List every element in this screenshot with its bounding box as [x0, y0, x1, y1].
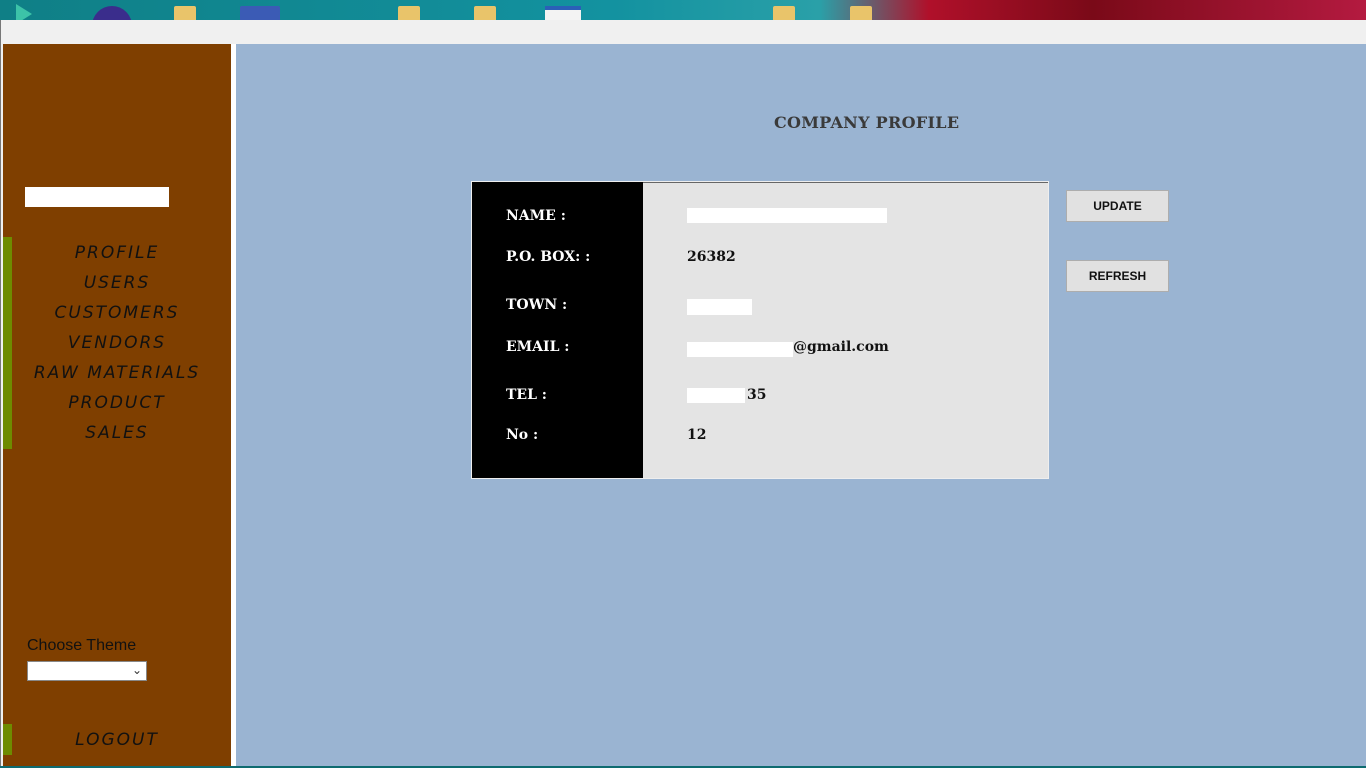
- folder-icon: [773, 6, 795, 20]
- sidebar-item-vendors[interactable]: VENDORS: [3, 330, 231, 356]
- tel-redaction: [687, 388, 745, 403]
- po-box-value: 26382: [687, 249, 736, 265]
- sidebar-item-users[interactable]: USERS: [3, 270, 231, 296]
- logout-button[interactable]: LOGOUT: [3, 727, 231, 753]
- folder-icon: [174, 6, 196, 20]
- name-label: NAME :: [506, 208, 566, 224]
- number-label: No :: [506, 427, 539, 443]
- email-value: @gmail.com: [793, 339, 889, 355]
- tel-value: 35: [747, 387, 767, 403]
- sidebar-item-raw-materials[interactable]: RAW MATERIALS: [3, 360, 231, 386]
- refresh-button[interactable]: REFRESH: [1066, 260, 1169, 292]
- main-content: COMPANY PROFILE NAME : P.O. BOX: : TOWN …: [236, 44, 1366, 766]
- folder-icon: [398, 6, 420, 20]
- folder-icon: [474, 6, 496, 20]
- title-bar: [1, 20, 1366, 44]
- theme-label: Choose Theme: [27, 637, 137, 654]
- name-redaction: [687, 208, 887, 223]
- folder-icon: [850, 6, 872, 20]
- value-panel: 26382 @gmail.com 35 12: [643, 182, 1048, 478]
- page-title: COMPANY PROFILE: [774, 113, 960, 132]
- sidebar-item-sales[interactable]: SALES: [3, 420, 231, 446]
- po-box-label: P.O. BOX: :: [506, 249, 591, 265]
- sidebar-item-profile[interactable]: PROFILE: [3, 240, 231, 266]
- email-redaction: [687, 342, 793, 357]
- update-button[interactable]: UPDATE: [1066, 190, 1169, 222]
- theme-select[interactable]: ⌄: [27, 661, 147, 681]
- username-display: [25, 187, 169, 207]
- word-document-icon: [545, 6, 581, 20]
- browser-icon: [92, 6, 132, 20]
- sidebar-item-product[interactable]: PRODUCT: [3, 390, 231, 416]
- play-store-icon: [16, 4, 32, 20]
- number-value: 12: [687, 427, 707, 443]
- app-icon: [240, 6, 280, 20]
- email-label: EMAIL :: [506, 339, 570, 355]
- desktop-background: [0, 0, 1366, 20]
- town-redaction: [687, 299, 752, 315]
- app-window: PROFILE USERS CUSTOMERS VENDORS RAW MATE…: [0, 20, 1366, 766]
- town-label: TOWN :: [506, 297, 568, 313]
- profile-card: NAME : P.O. BOX: : TOWN : EMAIL : TEL : …: [471, 181, 1049, 479]
- tel-label: TEL :: [506, 387, 547, 403]
- label-panel: NAME : P.O. BOX: : TOWN : EMAIL : TEL : …: [472, 182, 643, 478]
- chevron-down-icon: ⌄: [131, 663, 142, 677]
- sidebar-item-customers[interactable]: CUSTOMERS: [3, 300, 231, 326]
- sidebar: PROFILE USERS CUSTOMERS VENDORS RAW MATE…: [3, 44, 231, 766]
